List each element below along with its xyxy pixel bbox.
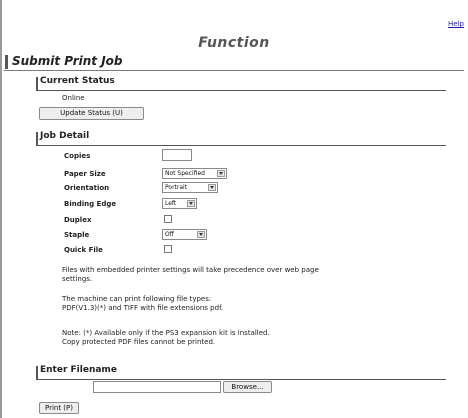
- orientation-value: Portrait: [165, 184, 188, 191]
- section-accent: [36, 77, 38, 90]
- enter-filename-header: Enter Filename: [36, 365, 446, 380]
- status-text: Online: [62, 94, 85, 102]
- paper-size-label: Paper Size: [64, 170, 106, 178]
- enter-filename-title: Enter Filename: [40, 365, 117, 375]
- chevron-down-icon: [208, 184, 216, 191]
- current-status-header: Current Status: [36, 76, 446, 91]
- filename-input[interactable]: [93, 381, 221, 393]
- section-accent: [36, 366, 38, 379]
- chevron-down-icon: [187, 200, 195, 207]
- duplex-checkbox[interactable]: [164, 215, 172, 223]
- browse-button[interactable]: Browse...: [223, 381, 272, 393]
- update-status-button[interactable]: Update Status (U): [39, 107, 144, 120]
- note-precedence: Files with embedded printer settings wil…: [62, 266, 319, 283]
- function-title: Function: [198, 35, 270, 51]
- quick-file-label: Quick File: [64, 246, 103, 254]
- copies-input[interactable]: [162, 149, 192, 161]
- chevron-down-icon: [217, 170, 225, 177]
- job-detail-title: Job Detail: [40, 131, 90, 141]
- duplex-label: Duplex: [64, 216, 92, 224]
- help-link[interactable]: Help: [448, 20, 464, 28]
- staple-select[interactable]: Off: [162, 229, 207, 240]
- orientation-label: Orientation: [64, 184, 110, 192]
- staple-value: Off: [165, 231, 174, 238]
- page-title-accent: [5, 55, 8, 69]
- chevron-down-icon: [197, 231, 205, 238]
- quick-file-checkbox[interactable]: [164, 245, 172, 253]
- binding-edge-value: Left: [165, 200, 177, 207]
- paper-size-value: Not Specified: [165, 170, 205, 177]
- current-status-title: Current Status: [40, 76, 115, 86]
- page-title: Submit Print Job: [12, 54, 123, 68]
- binding-edge-select[interactable]: Left: [162, 198, 197, 209]
- frame-left-border: [0, 0, 2, 418]
- note-ps3: Note: (*) Available only if the PS3 expa…: [62, 329, 270, 346]
- copies-label: Copies: [64, 152, 91, 160]
- page-title-bar: Submit Print Job: [4, 53, 464, 71]
- section-accent: [36, 132, 38, 145]
- note-filetypes: The machine can print following file typ…: [62, 295, 224, 312]
- print-button[interactable]: Print (P): [39, 402, 79, 414]
- binding-edge-label: Binding Edge: [64, 200, 117, 208]
- staple-label: Staple: [64, 231, 90, 239]
- orientation-select[interactable]: Portrait: [162, 182, 218, 193]
- job-detail-header: Job Detail: [36, 131, 446, 146]
- paper-size-select[interactable]: Not Specified: [162, 168, 227, 179]
